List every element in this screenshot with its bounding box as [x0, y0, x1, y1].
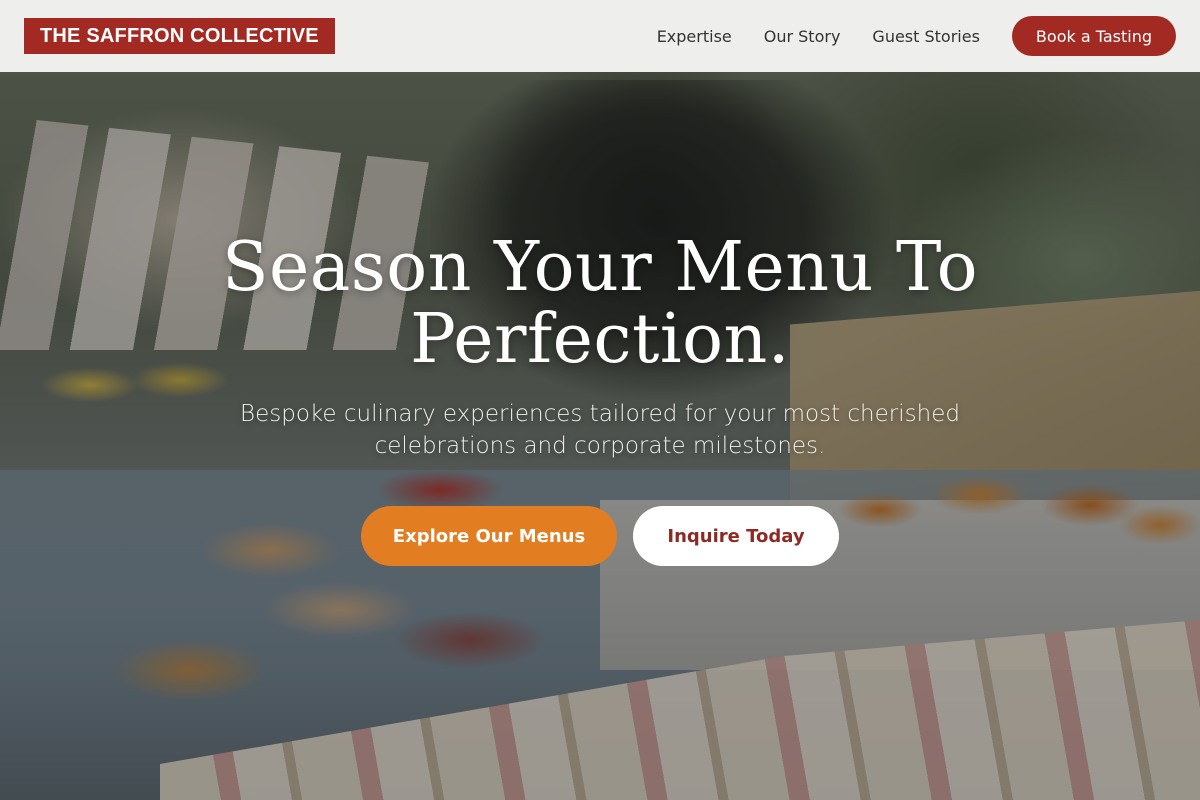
- nav-link-our-story[interactable]: Our Story: [764, 27, 841, 46]
- nav-link-expertise[interactable]: Expertise: [657, 27, 732, 46]
- hero-cta-row: Explore Our Menus Inquire Today: [0, 506, 1200, 566]
- hero-content: Season Your Menu To Perfection. Bespoke …: [0, 232, 1200, 462]
- nav-link-guest-stories[interactable]: Guest Stories: [872, 27, 980, 46]
- site-header: THE SAFFRON COLLECTIVE Expertise Our Sto…: [0, 0, 1200, 72]
- explore-menus-button[interactable]: Explore Our Menus: [361, 506, 617, 566]
- hero-headline: Season Your Menu To Perfection.: [0, 232, 1200, 376]
- brand-logo[interactable]: THE SAFFRON COLLECTIVE: [24, 18, 335, 54]
- headline-line-1: Season Your Menu To: [221, 228, 979, 307]
- main-nav: Expertise Our Story Guest Stories Book a…: [625, 16, 1176, 56]
- book-tasting-button[interactable]: Book a Tasting: [1011, 16, 1176, 56]
- headline-line-2: Perfection.: [410, 300, 790, 379]
- hero-subheadline: Bespoke culinary experiences tailored fo…: [240, 401, 960, 459]
- inquire-today-button[interactable]: Inquire Today: [633, 506, 839, 566]
